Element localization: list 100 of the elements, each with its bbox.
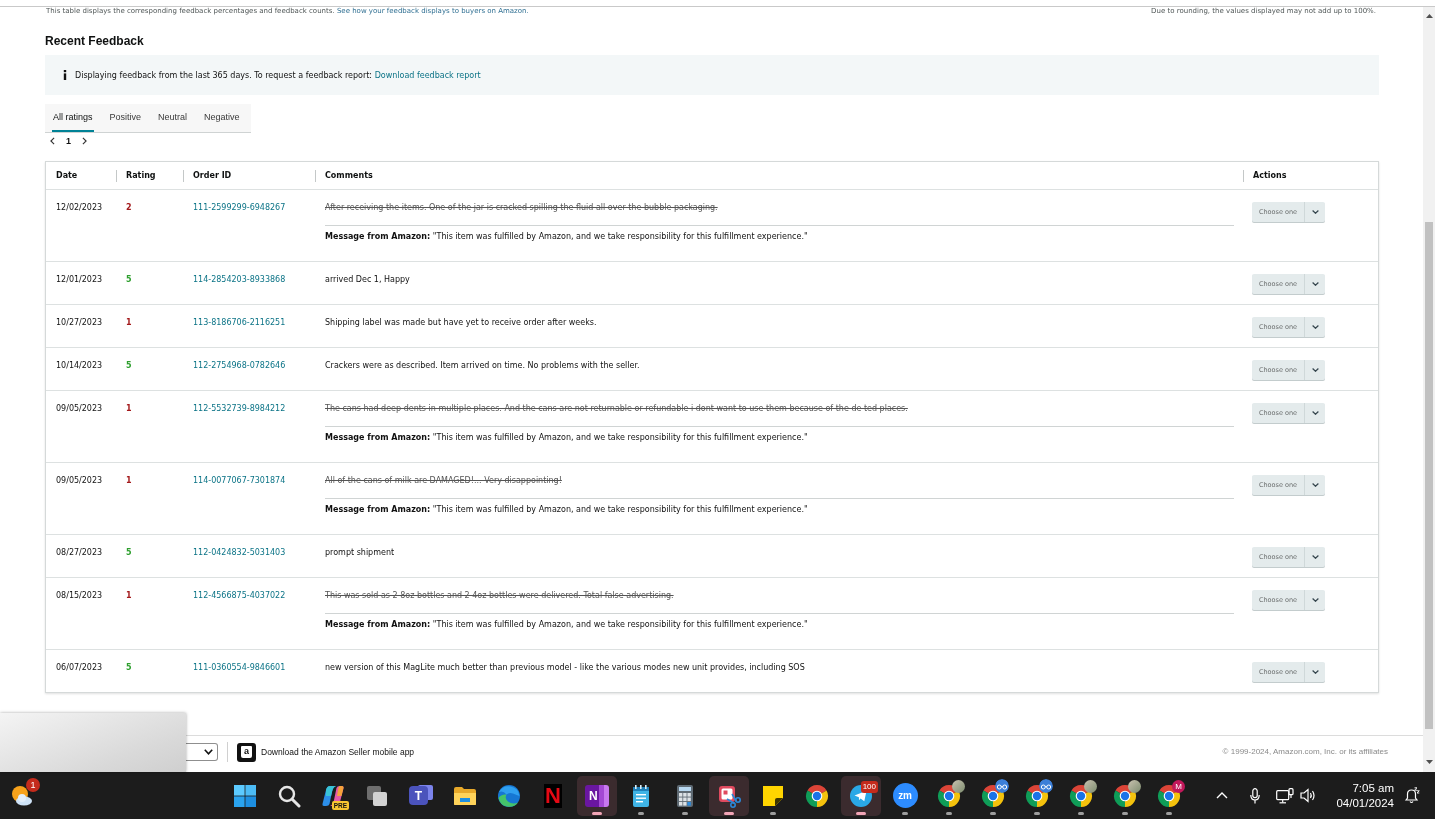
caret-icon xyxy=(204,749,213,755)
wave-browser-icon[interactable] xyxy=(497,783,521,808)
page-number[interactable]: 1 xyxy=(66,136,71,146)
sticky-note-icon[interactable] xyxy=(761,783,785,808)
order-id-link[interactable]: 111-0360554-9846601 xyxy=(193,662,286,674)
app-logo-icon[interactable]: a xyxy=(237,742,256,762)
date-cell: 10/27/2023 xyxy=(56,317,103,329)
rating-value: 2 xyxy=(126,202,132,214)
avatar-photo xyxy=(1084,779,1097,793)
highlighted-taskbar-button[interactable]: 100 xyxy=(841,775,881,816)
comment-text: new version of this MagLite much better than previous model - like the various modes new unit provides, including SOS xyxy=(325,662,805,674)
rating-value: 5 xyxy=(126,360,132,372)
comment-text: Crackers were as described. Item arrived on time. No problems with the seller. xyxy=(325,360,640,372)
date-cell: 08/15/2023 xyxy=(56,590,103,602)
chrome-browser-icon[interactable] xyxy=(805,783,829,808)
download-report-link[interactable]: Download feedback report xyxy=(374,70,481,80)
caret-icon xyxy=(1311,598,1319,602)
avatar-badge: M xyxy=(1172,779,1185,793)
caret-icon xyxy=(1311,555,1319,559)
clock-time[interactable]: 7:05 am xyxy=(1352,780,1394,796)
date-cell: 09/05/2023 xyxy=(56,403,103,415)
rating-tab[interactable]: Negative xyxy=(203,104,241,132)
next-page-icon[interactable] xyxy=(82,137,87,145)
video-call-app-icon[interactable]: zm xyxy=(892,783,918,808)
highlighted-taskbar-button[interactable]: N xyxy=(577,775,617,816)
date-cell: 10/14/2023 xyxy=(56,360,103,372)
rating-value: 1 xyxy=(126,317,132,329)
amazon-message: Message from Amazon: "This item was fulfilled by Amazon, and we take responsibility for this fulfillment experience." xyxy=(325,231,809,243)
glasses-avatar-icon xyxy=(995,778,1009,793)
amazon-message: Message from Amazon: "This item was fulfilled by Amazon, and we take responsibility for this fulfillment experience." xyxy=(325,432,809,444)
start-menu-icon[interactable] xyxy=(233,783,257,808)
info-icon xyxy=(63,70,67,80)
caret-icon xyxy=(1311,210,1319,214)
task-view-icon[interactable] xyxy=(365,783,389,808)
caret-icon xyxy=(1311,282,1319,286)
avatar-photo xyxy=(952,779,965,793)
bell-icon[interactable] xyxy=(1404,787,1420,804)
mobile-app-link[interactable]: Download the Amazon Seller mobile app xyxy=(261,747,415,757)
comment-text: prompt shipment xyxy=(325,547,395,559)
caret-icon xyxy=(1311,325,1319,329)
previous-page-icon[interactable] xyxy=(50,137,55,145)
notebook-app-icon[interactable]: N xyxy=(585,784,609,807)
comment-text: Shipping label was made but have yet to receive order after weeks. xyxy=(325,317,597,329)
clock-date[interactable]: 04/01/2024 xyxy=(1336,795,1394,811)
rating-tab[interactable]: All ratings xyxy=(52,104,94,132)
scroll-down-icon[interactable] xyxy=(1425,760,1433,764)
swirl-app-icon[interactable] xyxy=(321,783,345,808)
rating-value: 1 xyxy=(126,590,132,602)
sun-cloud-icon[interactable] xyxy=(10,783,34,808)
date-cell: 08/27/2023 xyxy=(56,547,103,559)
comment-text: After receiving the items. One of the jar is cracked spilling the fluid all over the bubble packaging. xyxy=(325,202,718,214)
column-header: Date xyxy=(56,171,78,180)
search-icon[interactable] xyxy=(277,783,301,808)
date-cell: 12/01/2023 xyxy=(56,274,103,286)
order-id-link[interactable]: 113-8186706-2116251 xyxy=(193,317,286,329)
rating-value: 1 xyxy=(126,403,132,415)
order-id-link[interactable]: 114-0077067-7301874 xyxy=(193,475,286,487)
chrome-browser-icon[interactable] xyxy=(1025,783,1049,808)
microphone-icon[interactable] xyxy=(1250,787,1261,804)
order-id-link[interactable]: 112-0424832-5031403 xyxy=(193,547,286,559)
language-select[interactable] xyxy=(186,743,218,761)
comment-text: All of the cans of milk are DAMAGED!... Very disappointing! xyxy=(325,475,562,487)
rating-value: 5 xyxy=(126,547,132,559)
notification-badge: 1 xyxy=(26,777,40,792)
comment-text: This was sold as 2 8oz bottles and 2 4oz bottles were delivered. Total false advertising. xyxy=(325,590,674,602)
section-title: Recent Feedback xyxy=(45,34,145,48)
letter-n-app-icon[interactable]: N xyxy=(544,783,562,808)
rating-tab[interactable]: Positive xyxy=(108,104,143,132)
speaker-icon[interactable] xyxy=(1300,788,1317,803)
rating-value: 5 xyxy=(126,662,132,674)
chrome-browser-icon[interactable] xyxy=(1157,783,1181,808)
order-id-link[interactable]: 111-2599299-6948267 xyxy=(193,202,286,214)
avatar-photo xyxy=(1128,779,1141,793)
order-id-link[interactable]: 114-2854203-8933868 xyxy=(193,274,286,286)
caret-icon xyxy=(1311,483,1319,487)
caret-icon xyxy=(1311,670,1319,674)
scrollbar-thumb[interactable] xyxy=(1425,222,1433,729)
order-id-link[interactable]: 112-5532739-8984212 xyxy=(193,403,286,415)
caret-icon xyxy=(1311,368,1319,372)
network-monitor-icon[interactable] xyxy=(1276,787,1295,804)
scrollbar-track[interactable] xyxy=(1423,7,1435,772)
comment-text: The cans had deep dents in multiple places. And the cans are not returnable or refundable i dont want to use them because of the de ted places. xyxy=(325,403,908,415)
comment-text: arrived Dec 1, Happy xyxy=(325,274,410,286)
column-header: Order ID xyxy=(193,171,232,180)
highlighted-taskbar-button[interactable] xyxy=(709,775,749,816)
order-id-link[interactable]: 112-2754968-0782646 xyxy=(193,360,286,372)
info-message: Displaying feedback from the last 365 days. To request a feedback report: Download feedback report xyxy=(75,70,481,80)
scissors-app-icon[interactable] xyxy=(717,783,741,808)
order-id-link[interactable]: 112-4566875-4037022 xyxy=(193,590,286,602)
column-header: Comments xyxy=(325,171,373,180)
chrome-browser-icon[interactable] xyxy=(981,783,1005,808)
rating-tab[interactable]: Neutral xyxy=(157,104,189,132)
rating-value: 1 xyxy=(126,475,132,487)
column-header: Rating xyxy=(126,171,156,180)
caret-icon xyxy=(1311,411,1319,415)
glasses-avatar-icon xyxy=(1039,778,1053,793)
scroll-up-icon[interactable] xyxy=(1425,14,1433,18)
copyright-text: © 1999-2024, Amazon.com, Inc. or its affiliates xyxy=(1222,746,1388,758)
amazon-message: Message from Amazon: "This item was fulfilled by Amazon, and we take responsibility for this fulfillment experience." xyxy=(325,619,809,631)
chevron-up-icon[interactable] xyxy=(1216,792,1229,799)
